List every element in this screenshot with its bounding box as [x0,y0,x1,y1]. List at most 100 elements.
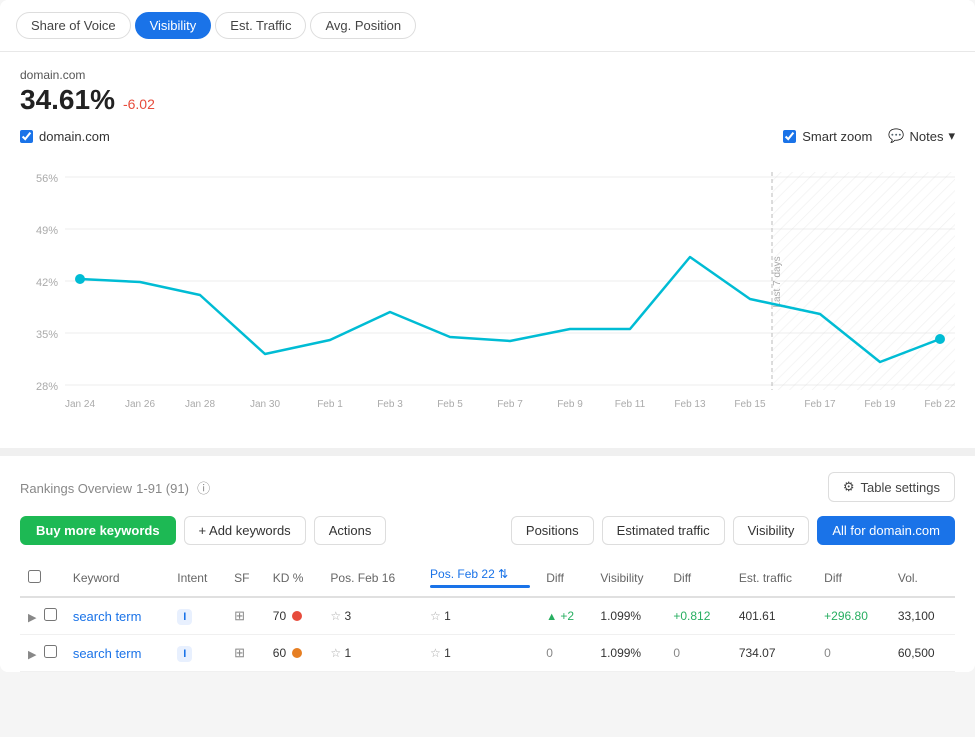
svg-text:Feb 7: Feb 7 [497,399,523,410]
kd-value-2: 60 [273,646,286,660]
table-row: ▶ search term I ⊞ 70 [20,597,955,635]
rankings-title-area: Rankings Overview 1-91 (91) ⓘ [20,478,210,497]
svg-text:Feb 22: Feb 22 [924,399,955,410]
est-diff-1: +296.80 [816,597,890,635]
visibility-button[interactable]: Visibility [733,516,810,545]
chart-svg: 56% 49% 42% 35% 28% [20,152,955,432]
row-expand-button-1[interactable]: ▶ [28,611,36,624]
keyword-link-2[interactable]: search term [73,646,142,661]
metric-row: 34.61% -6.02 [20,84,955,116]
chart-section: domain.com 34.61% -6.02 domain.com Smart… [0,52,975,448]
all-for-domain-button[interactable]: All for domain.com [817,516,955,545]
svg-text:Feb 15: Feb 15 [734,399,766,410]
intent-badge-2: I [177,646,192,662]
vol-1: 33,100 [890,597,955,635]
svg-text:35%: 35% [36,329,58,341]
kd-dot-2 [292,648,302,658]
intent-badge-1: I [177,609,192,625]
info-icon[interactable]: ⓘ [197,481,210,496]
svg-text:28%: 28% [36,381,58,393]
rankings-title: Rankings Overview 1-91 (91) ⓘ [20,480,210,497]
pos-feb16-2: 1 [345,646,352,660]
toolbar: Buy more keywords + Add keywords Actions… [20,516,955,545]
table-header-row: Keyword Intent SF KD % Pos. Feb 16 Pos. … [20,559,955,597]
keywords-table-wrap: Keyword Intent SF KD % Pos. Feb 16 Pos. … [20,559,955,672]
notes-button[interactable]: 💬 Notes ▾ [888,128,955,144]
est-traffic-2: 734.07 [731,635,816,672]
metric-diff: -6.02 [123,96,155,112]
star-icon-2b: ☆ [430,646,441,660]
kd-cell-2: 60 [273,646,315,660]
vis-diff-1: +0.812 [665,597,730,635]
top-tab-bar: Share of Voice Visibility Est. Traffic A… [0,0,975,52]
smart-zoom-label[interactable]: Smart zoom [783,129,872,144]
star-icon-1b: ☆ [430,609,441,623]
svg-text:56%: 56% [36,173,58,185]
buy-more-keywords-button[interactable]: Buy more keywords [20,516,176,545]
add-keywords-button[interactable]: + Add keywords [184,516,306,545]
estimated-traffic-button[interactable]: Estimated traffic [602,516,725,545]
pos-feb16-1: 3 [345,609,352,623]
col-header-pos-feb16[interactable]: Pos. Feb 16 [322,559,422,597]
domain-label: domain.com [20,68,955,82]
visibility-1: 1.099% [592,597,665,635]
sf-icon-2: ⊞ [234,645,245,660]
row-expand-button-2[interactable]: ▶ [28,648,36,661]
kd-cell-1: 70 [273,609,315,623]
svg-text:Feb 9: Feb 9 [557,399,583,410]
positions-button[interactable]: Positions [511,516,594,545]
col-header-visibility: Visibility [592,559,665,597]
svg-text:49%: 49% [36,225,58,237]
sf-icon-1: ⊞ [234,608,245,623]
chevron-down-icon: ▾ [948,128,955,144]
smart-zoom-text: Smart zoom [802,129,872,144]
actions-button[interactable]: Actions [314,516,387,545]
tab-share-of-voice[interactable]: Share of Voice [16,12,131,39]
col-header-keyword: Keyword [65,559,169,597]
svg-text:Feb 11: Feb 11 [615,399,646,410]
row-checkbox-2[interactable] [44,645,57,658]
svg-text:Feb 1: Feb 1 [317,399,343,410]
rankings-header: Rankings Overview 1-91 (91) ⓘ ⚙ Table se… [20,472,955,502]
table-row: ▶ search term I ⊞ 60 [20,635,955,672]
col-header-diff: Diff [538,559,592,597]
row-checkbox-1[interactable] [44,608,57,621]
keyword-link-1[interactable]: search term [73,609,142,624]
domain-checkbox-label[interactable]: domain.com [20,129,110,144]
smart-zoom-checkbox[interactable] [783,130,796,143]
diff-1: ▲ +2 [546,609,574,623]
chart-right-controls: Smart zoom 💬 Notes ▾ [783,128,955,144]
chat-icon: 💬 [888,128,904,144]
select-all-checkbox[interactable] [28,570,41,583]
est-traffic-1: 401.61 [731,597,816,635]
tab-avg-position[interactable]: Avg. Position [310,12,416,39]
notes-label: Notes [910,129,944,144]
col-header-pos-feb22[interactable]: Pos. Feb 22 ⇅ [422,559,538,597]
rankings-section: Rankings Overview 1-91 (91) ⓘ ⚙ Table se… [0,448,975,672]
svg-text:Jan 24: Jan 24 [65,399,95,410]
keywords-table: Keyword Intent SF KD % Pos. Feb 16 Pos. … [20,559,955,672]
kd-value-1: 70 [273,609,286,623]
svg-text:Jan 26: Jan 26 [125,399,155,410]
gear-icon: ⚙ [843,479,855,495]
svg-text:Jan 28: Jan 28 [185,399,215,410]
pos-feb22-1: 1 [444,609,451,623]
pos-feb22-2: 1 [444,646,451,660]
sort-icon: ⇅ [498,567,508,581]
col-header-vol: Vol. [890,559,955,597]
chart-container: 56% 49% 42% 35% 28% [20,152,955,432]
domain-checkbox-input[interactable] [20,130,33,143]
metric-value: 34.61% [20,84,115,116]
tab-visibility[interactable]: Visibility [135,12,212,39]
table-settings-button[interactable]: ⚙ Table settings [828,472,955,502]
svg-text:Feb 13: Feb 13 [674,399,706,410]
arrow-up-icon-1: ▲ [546,611,557,623]
est-diff-2: 0 [816,635,890,672]
col-header-est-traffic: Est. traffic [731,559,816,597]
col-header-vis-diff: Diff [665,559,730,597]
col-header-kd: KD % [265,559,323,597]
svg-text:42%: 42% [36,277,58,289]
domain-checkbox-text: domain.com [39,129,110,144]
tab-est-traffic[interactable]: Est. Traffic [215,12,306,39]
rankings-count: 1-91 (91) [136,481,189,496]
